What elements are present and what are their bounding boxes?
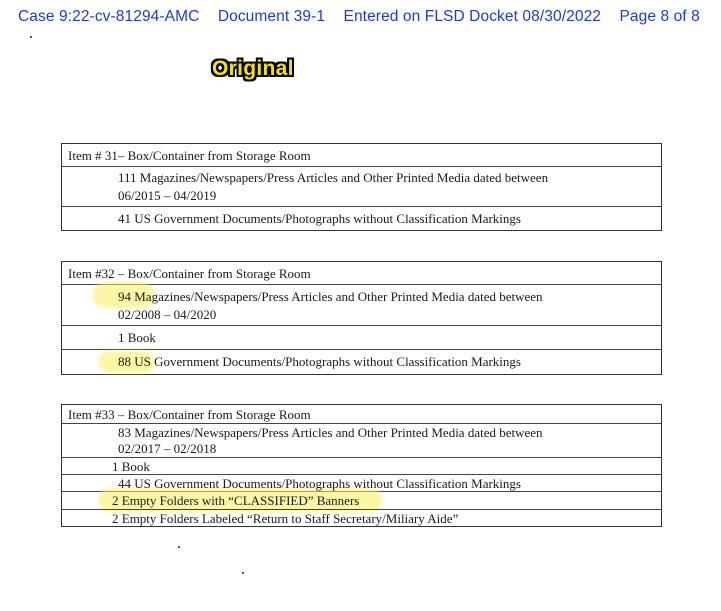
scan-speck — [30, 36, 32, 38]
item-title: Item #33 – Box/Container from Storage Ro… — [68, 407, 311, 422]
table-row: 1 Book — [62, 457, 661, 474]
scan-speck — [242, 572, 244, 574]
item-table-32: Item #32 – Box/Container from Storage Ro… — [61, 261, 662, 375]
item-table-31: Item # 31– Box/Container from Storage Ro… — [61, 143, 662, 231]
item-title: Item # 31– Box/Container from Storage Ro… — [68, 148, 311, 163]
document-number: Document 39-1 — [217, 8, 326, 25]
docket-entry: Entered on FLSD Docket 08/30/2022 — [343, 8, 602, 25]
table-row: 94 Magazines/Newspapers/Press Articles a… — [62, 282, 661, 325]
table-row: 2 Empty Folders with “CLASSIFIED” Banner… — [62, 488, 661, 512]
docket-header: Case 9:22-cv-81294-AMC Document 39-1 Ent… — [18, 8, 713, 26]
scan-speck — [178, 546, 180, 548]
item-title: Item #32 – Box/Container from Storage Ro… — [68, 266, 311, 281]
table-row: 83 Magazines/Newspapers/Press Articles a… — [62, 423, 661, 457]
table-row: 44 US Government Documents/Photographs w… — [62, 474, 661, 491]
table-row: 2 Empty Folders Labeled “Return to Staff… — [62, 509, 661, 526]
table-row: 111 Magazines/Newspapers/Press Articles … — [62, 166, 661, 206]
page-number: Page 8 of 8 — [619, 8, 700, 25]
original-badge: Original — [212, 57, 294, 80]
table-row: 1 Book — [62, 325, 661, 349]
case-number: Case 9:22-cv-81294-AMC — [18, 8, 200, 25]
table-row: 41 US Government Documents/Photographs w… — [62, 206, 661, 230]
item-table-33: Item #33 – Box/Container from Storage Ro… — [61, 404, 662, 527]
table-row: 88 US Government Documents/Photographs w… — [62, 349, 661, 374]
